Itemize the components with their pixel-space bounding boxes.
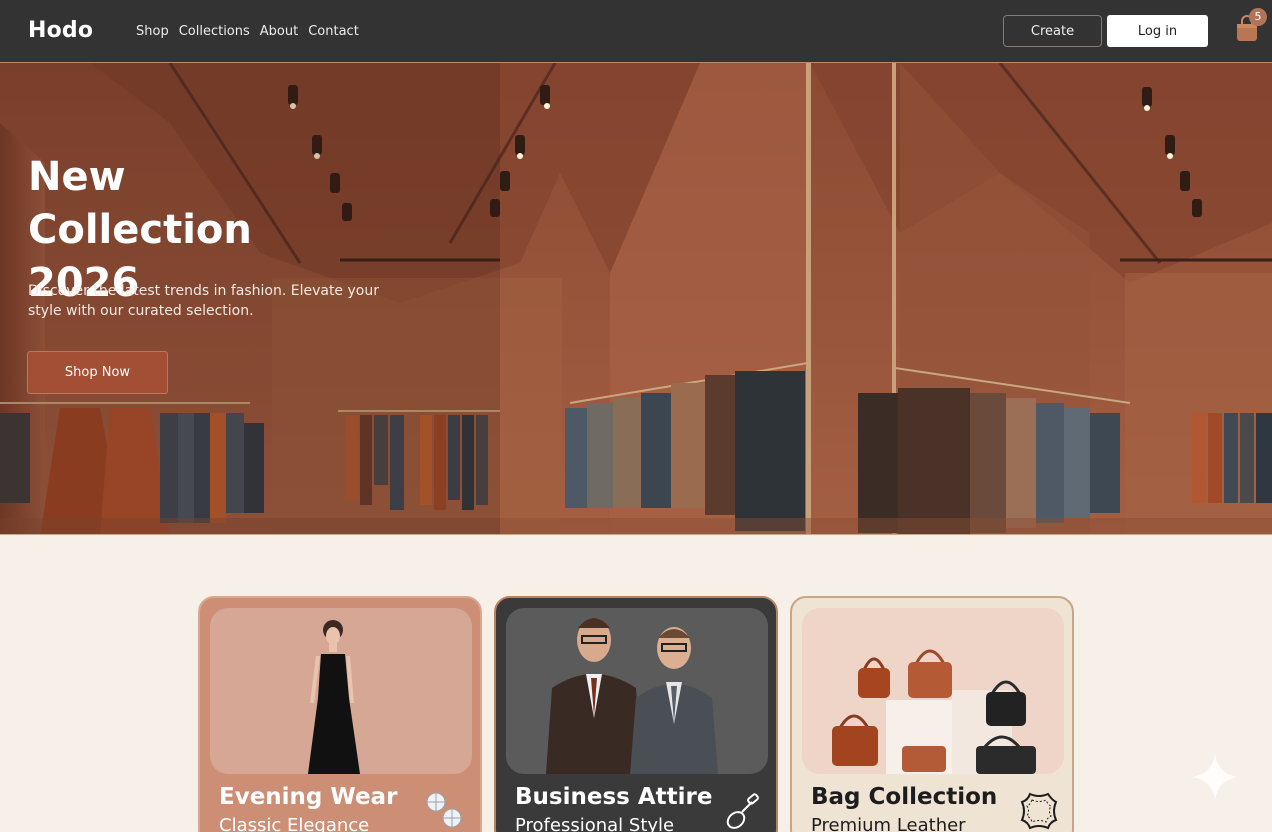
cart-count-badge: 5 (1249, 8, 1267, 26)
nav-link-contact[interactable]: Contact (308, 24, 359, 39)
brand-logo[interactable]: Hodo (28, 18, 93, 43)
handbags-image (802, 608, 1064, 774)
collection-title: Bag Collection (811, 784, 998, 810)
collection-card-evening-wear[interactable]: Evening Wear Classic Elegance (198, 596, 482, 832)
diamond-icon (426, 792, 462, 828)
leather-hide-icon (1020, 792, 1058, 830)
collection-title: Business Attire (515, 784, 713, 810)
main-nav: Shop Collections About Contact (136, 24, 359, 39)
create-button[interactable]: Create (1003, 15, 1102, 47)
hero-subtitle: Discover the latest trends in fashion. E… (28, 283, 379, 319)
collection-subtitle: Professional Style (515, 815, 675, 832)
business-suits-image (506, 608, 768, 774)
login-button[interactable]: Log in (1107, 15, 1208, 47)
top-navbar: Hodo Shop Collections About Contact Crea… (0, 0, 1272, 62)
collection-title: Evening Wear (219, 784, 398, 810)
nav-link-shop[interactable]: Shop (136, 24, 169, 39)
nav-link-collections[interactable]: Collections (179, 24, 250, 39)
collection-subtitle: Classic Elegance (219, 815, 370, 832)
cufflink-icon (726, 793, 759, 829)
collection-subtitle: Premium Leather (811, 815, 966, 832)
hero-banner: New Collection 2026 Discover the latest … (0, 62, 1272, 535)
evening-dress-image (210, 608, 472, 774)
shop-now-button[interactable]: Shop Now (27, 351, 168, 394)
nav-link-about[interactable]: About (260, 24, 298, 39)
collection-card-business-attire[interactable]: Business Attire Professional Style (494, 596, 778, 832)
sparkle-icon (1192, 754, 1238, 800)
collection-card-bag-collection[interactable]: Bag Collection Premium Leather (790, 596, 1074, 832)
